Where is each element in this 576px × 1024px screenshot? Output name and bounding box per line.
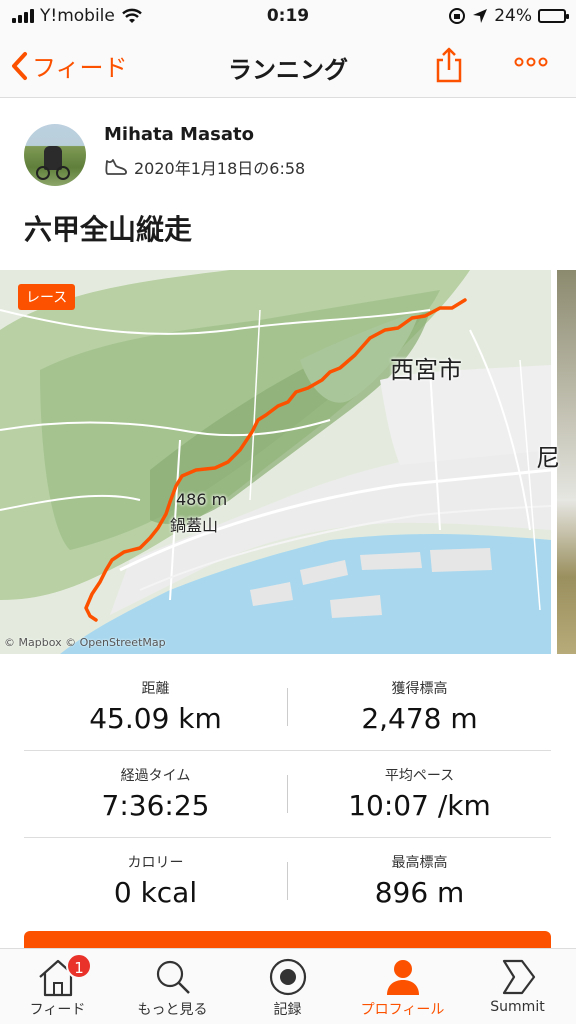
tab-label: もっと見る — [137, 1002, 208, 1018]
map-label-mountain: 鍋蓋山 — [170, 516, 219, 535]
stat-label: 平均ペース — [384, 768, 455, 784]
stats-row: カロリー 0 kcal 最高標高 896 m — [24, 838, 551, 925]
shoe-icon — [105, 159, 127, 175]
stat-avg-pace: 平均ペース 10:07 /km — [288, 765, 551, 822]
stat-label: 獲得標高 — [391, 681, 448, 697]
tab-profile[interactable]: プロフィール — [345, 955, 460, 1019]
stat-calories: カロリー 0 kcal — [24, 852, 287, 909]
stat-value: 7:36:25 — [101, 789, 210, 822]
notification-badge: 1 — [66, 953, 92, 979]
activity-datetime: 2020年1月18日の6:58 — [104, 155, 305, 179]
stats-row: 経過タイム 7:36:25 平均ペース 10:07 /km — [24, 751, 551, 838]
stat-elevation-gain: 獲得標高 2,478 m — [288, 678, 551, 735]
more-icon — [514, 57, 548, 67]
location-arrow-icon — [473, 9, 488, 23]
share-button[interactable] — [434, 46, 464, 88]
route-map[interactable] — [0, 270, 551, 654]
activity-title: 六甲全山縦走 — [24, 213, 193, 246]
stat-label: 経過タイム — [120, 768, 191, 784]
summit-icon — [502, 959, 535, 995]
stat-label: 最高標高 — [391, 855, 448, 871]
map-attribution[interactable]: © Mapbox © OpenStreetMap — [4, 636, 166, 649]
more-button[interactable] — [514, 48, 548, 73]
tab-label: プロフィール — [360, 1002, 445, 1018]
stats-table: 距離 45.09 km 獲得標高 2,478 m 経過タイム 7:36:25 平… — [24, 664, 551, 925]
rotation-lock-icon — [449, 8, 466, 24]
stat-value: 2,478 m — [361, 702, 478, 735]
stat-label: カロリー — [127, 855, 184, 871]
datetime-text: 2020年1月18日の6:58 — [134, 159, 306, 178]
map-label-partial: 尼 — [536, 444, 560, 472]
tab-record[interactable]: 記録 — [230, 955, 345, 1019]
status-bar: Y!mobile 0:19 24% — [0, 0, 576, 34]
nav-bar: フィード ランニング — [0, 34, 576, 98]
avatar-wheel — [36, 166, 50, 180]
search-icon — [156, 960, 190, 994]
tab-explore[interactable]: もっと見る — [115, 955, 230, 1019]
profile-icon — [386, 960, 419, 995]
athlete-name[interactable]: Mihata Masato — [104, 124, 254, 145]
battery-icon — [538, 9, 569, 23]
avatar[interactable] — [24, 124, 86, 186]
tab-label: フィード — [29, 1002, 86, 1018]
stat-distance: 距離 45.09 km — [24, 678, 287, 735]
share-icon — [436, 47, 462, 83]
tab-bar: 1 フィード もっと見る 記録 プロフィール Summit — [0, 948, 576, 1024]
tab-summit[interactable]: Summit — [460, 955, 575, 1015]
stat-value: 10:07 /km — [348, 789, 491, 822]
tab-feed[interactable]: 1 フィード — [0, 953, 115, 1019]
tab-label: 記録 — [273, 1002, 302, 1018]
tab-label: Summit — [490, 999, 545, 1015]
map-label-elevation: 486 m — [176, 490, 228, 509]
stat-max-elevation: 最高標高 896 m — [288, 852, 551, 909]
map-label-city: 西宮市 — [390, 356, 462, 384]
stat-value: 896 m — [374, 876, 465, 909]
stats-row: 距離 45.09 km 獲得標高 2,478 m — [24, 664, 551, 751]
record-icon — [269, 958, 306, 996]
map-canvas — [0, 270, 551, 654]
page-title: ランニング — [228, 56, 348, 84]
battery-percent: 24% — [494, 6, 532, 26]
race-badge: レース — [18, 284, 76, 310]
stat-label: 距離 — [141, 681, 170, 697]
stat-value: 45.09 km — [89, 702, 222, 735]
avatar-wheel — [56, 166, 70, 180]
status-right: 24% — [448, 6, 569, 26]
stat-value: 0 kcal — [113, 876, 198, 909]
stat-elapsed-time: 経過タイム 7:36:25 — [24, 765, 287, 822]
